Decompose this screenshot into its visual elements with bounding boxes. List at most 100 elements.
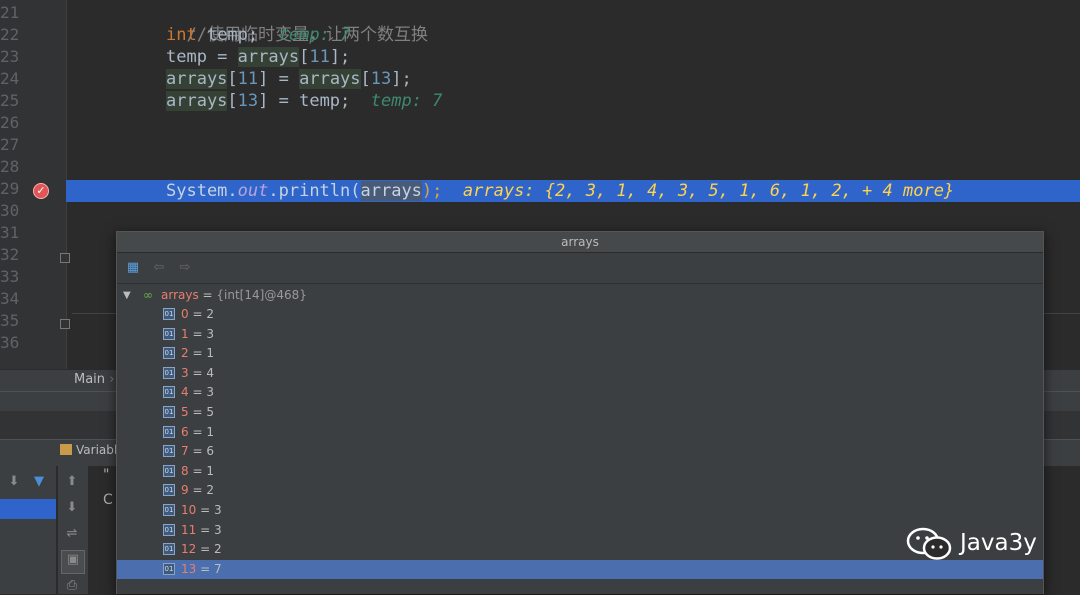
int-field-icon: 01 [163,327,175,340]
line-number[interactable]: 25 [0,90,30,112]
arrow-up-icon[interactable]: ⬆ [63,473,81,491]
tab-variables-label: Variabl [76,443,118,457]
element-index: 5 [181,405,189,419]
element-index: 3 [181,365,189,380]
array-element-row[interactable]: 01 8 = 1 [117,462,1043,481]
variable-inspector-popup[interactable]: arrays ▦ ⇦ ⇨ ▼ ∞ arrays = {int[14]@468} … [116,231,1044,594]
array-element-row[interactable]: 01 7 = 6 [117,442,1043,461]
arrow-down-icon[interactable]: ⬇ [63,499,81,517]
array-element-row[interactable]: 01 6 = 1 [117,423,1043,442]
breadcrumb-item-main[interactable]: Main [74,372,105,387]
element-index: 2 [181,346,189,361]
line-number[interactable]: 27 [0,134,30,156]
array-element-row[interactable]: 01 10 = 3 [117,501,1043,520]
popup-title[interactable]: arrays [117,232,1043,253]
fold-marker-icon[interactable] [60,253,70,263]
element-value: 7 [213,561,222,576]
breadcrumb-separator: › [109,372,115,387]
array-element-row[interactable]: 01 5 = 5 [117,403,1043,422]
code-line-25[interactable]: arrays[13] = temp; temp: 7 [166,90,442,112]
array-element-row[interactable]: 01 3 = 4 [117,364,1043,383]
element-value: 3 [213,503,222,517]
int-field-icon: 01 [163,308,175,320]
element-label: 11 = 3 [181,521,222,540]
line-number[interactable]: 33 [0,266,30,288]
filter-icon[interactable]: ▼ [30,473,48,491]
watermark: Java3y [906,524,1046,564]
element-index: 1 [181,326,189,341]
line-number[interactable]: 30 [0,200,30,222]
watch-icon[interactable]: ▣ [61,550,85,574]
element-label: 6 = 1 [181,423,214,442]
array-element-row[interactable]: 01 2 = 1 [117,344,1043,363]
code-line-23[interactable]: temp = arrays[11]; [166,46,350,68]
line-number[interactable]: 21 [0,2,30,24]
element-value: 5 [206,405,214,419]
tab-variables[interactable]: Variabl [60,443,117,457]
line-number[interactable]: 29 [0,178,30,200]
element-label: 12 = 2 [181,540,222,559]
line-number[interactable]: 34 [0,288,30,310]
code-text: .println( [268,181,361,201]
evaluate-icon[interactable]: ⇌ [63,525,81,543]
element-label: 3 = 4 [181,364,214,383]
line-number[interactable]: 32 [0,244,30,266]
inline-debug-value: temp: 7 [278,25,351,45]
forward-arrow-icon[interactable]: ⇨ [177,260,193,276]
array-element-row[interactable]: 01 13 = 7 [117,559,1043,579]
element-value: 3 [206,326,214,341]
element-index: 8 [181,463,189,478]
number-literal: 11 [237,69,259,89]
breadcrumb[interactable]: Main › [74,372,114,387]
array-element-row[interactable]: 01 0 = 2 [117,305,1043,324]
highlighted-identifier: arrays [166,69,228,89]
code-line-29[interactable]: System.out.println(arrays); arrays: {2, … [166,180,954,202]
selected-frame[interactable] [0,499,56,519]
element-value: 6 [206,444,214,459]
fold-marker-icon[interactable] [60,319,70,329]
element-index: 7 [181,444,189,459]
line-number[interactable]: 31 [0,222,30,244]
array-element-row[interactable]: 01 11 = 3 [117,521,1043,540]
highlighted-identifier: arrays [299,69,361,89]
line-number[interactable]: 23 [0,46,30,68]
int-field-icon: 01 [163,504,175,516]
array-element-row[interactable]: 01 4 = 3 [117,383,1043,402]
navigate-icon[interactable]: ▦ [125,260,141,276]
expand-arrow-icon[interactable]: ▼ [123,286,131,305]
element-index: 4 [181,385,189,400]
element-index: 10 [181,503,197,517]
array-element-row[interactable]: 01 9 = 2 [117,481,1043,500]
back-arrow-icon[interactable]: ⇦ [151,260,167,276]
line-number[interactable]: 35 [0,310,30,332]
tree-root-row[interactable]: ▼ ∞ arrays = {int[14]@468} [117,286,1043,305]
element-label: 8 = 1 [181,462,214,481]
code-line-24[interactable]: arrays[11] = arrays[13]; [166,68,412,90]
line-number[interactable]: 28 [0,156,30,178]
array-element-row[interactable]: 01 1 = 3 [117,325,1043,344]
code-text: ]; [391,69,412,89]
line-number[interactable]: 26 [0,112,30,134]
line-number[interactable]: 22 [0,24,30,46]
line-number[interactable]: 36 [0,332,30,354]
line-number[interactable]: 24 [0,68,30,90]
equals-sign: = [188,385,207,400]
element-index: 6 [181,424,189,439]
int-field-icon: 01 [163,523,175,536]
equals-sign: = [188,424,207,439]
arrow-down-icon[interactable]: ⬇ [5,473,23,491]
code-text: ] = [258,69,300,89]
int-field-icon: 01 [163,543,175,556]
int-field-icon: 01 [163,425,175,438]
equals-sign: = [188,365,207,380]
code-text: temp; [196,25,259,45]
element-label: 1 = 3 [181,325,214,344]
number-literal: 11 [309,47,330,67]
code-line-22[interactable]: int temp; temp: 7 [166,24,350,46]
print-icon[interactable]: ⎙ [63,577,81,595]
breakpoint-check-icon[interactable]: ✓ [33,183,49,199]
equals-sign: = [188,463,207,478]
array-element-row[interactable]: 01 12 = 2 [117,540,1043,559]
element-value: 2 [206,307,214,321]
variable-tree[interactable]: ▼ ∞ arrays = {int[14]@468} 01 0 = 2 01 1 = … [117,283,1043,594]
